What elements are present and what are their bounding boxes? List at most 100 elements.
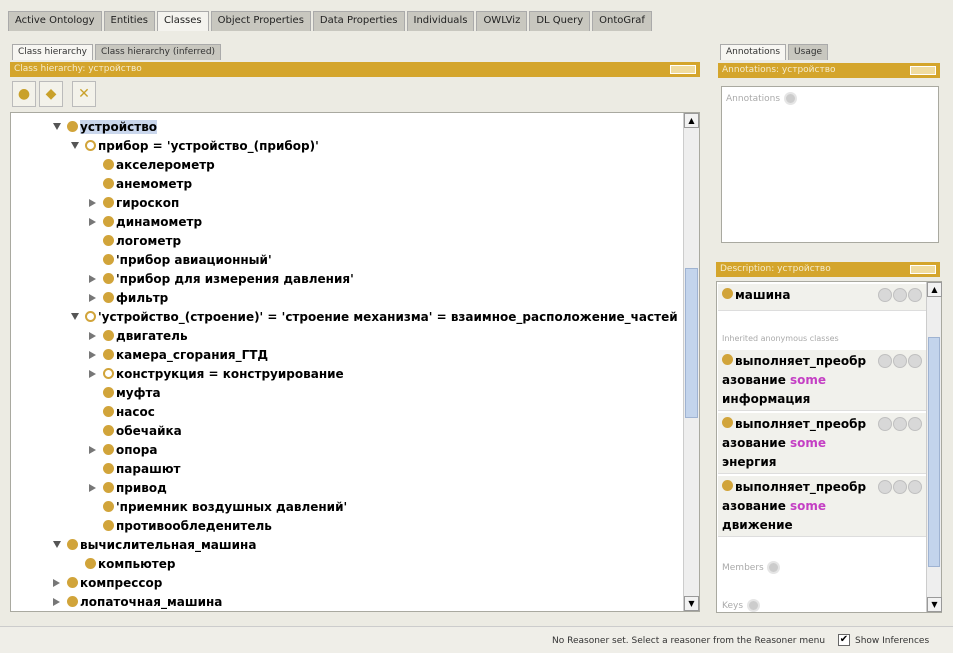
tree-node[interactable]: насос [103, 402, 155, 421]
tree-node[interactable]: привод [103, 478, 167, 497]
tree-node[interactable]: опора [103, 440, 157, 459]
collapsed-toggle-icon[interactable] [89, 370, 96, 378]
scroll-down-arrow[interactable]: ▼ [684, 596, 699, 611]
tree-node-label: 'приемник воздушных давлений' [116, 499, 348, 514]
edit-icon[interactable] [908, 288, 922, 302]
restriction-item[interactable]: выполняет_преобр азование some движение [718, 476, 926, 537]
info-icon[interactable] [878, 417, 892, 431]
tab-object-properties[interactable]: Object Properties [210, 11, 311, 31]
tree-node[interactable]: акселерометр [103, 155, 215, 174]
collapsed-toggle-icon[interactable] [89, 294, 96, 302]
collapsed-toggle-icon[interactable] [53, 579, 60, 587]
tab-class-hierarchy[interactable]: Class hierarchy [12, 44, 93, 60]
tree-scrollbar[interactable]: ▲ ▼ [683, 113, 699, 611]
collapsed-toggle-icon[interactable] [89, 351, 96, 359]
add-subclass-button[interactable]: ● [12, 81, 36, 107]
tree-node[interactable]: камера_сгорания_ГТД [103, 345, 268, 364]
tree-node[interactable]: парашют [103, 459, 180, 478]
tree-node[interactable]: логометр [103, 231, 181, 250]
view-buttons[interactable] [670, 65, 696, 74]
edit-icon[interactable] [908, 480, 922, 494]
expanded-toggle-icon[interactable] [71, 313, 79, 320]
delete-icon[interactable] [893, 480, 907, 494]
tab-usage[interactable]: Usage [788, 44, 829, 60]
tree-node[interactable]: вычислительная_машина [67, 535, 256, 554]
delete-class-button[interactable]: ✕ [72, 81, 96, 107]
collapsed-toggle-icon[interactable] [89, 218, 96, 226]
collapsed-toggle-icon[interactable] [89, 199, 96, 207]
add-sibling-button[interactable]: ◆ [39, 81, 63, 107]
tree-node[interactable]: компьютер [85, 554, 175, 573]
collapsed-toggle-icon[interactable] [89, 332, 96, 340]
tree-node-label: гироскоп [116, 195, 180, 210]
tree-node-label: 'устройство_(строение)' = 'строение меха… [98, 309, 678, 324]
tree-node[interactable]: компрессор [67, 573, 162, 592]
tree-node[interactable]: 'приемник воздушных давлений' [103, 497, 347, 516]
tree-node[interactable]: обечайка [103, 421, 182, 440]
info-icon[interactable] [878, 354, 892, 368]
tree-node[interactable]: анемометр [103, 174, 192, 193]
tab-active-ontology[interactable]: Active Ontology [8, 11, 102, 31]
tab-dl-query[interactable]: DL Query [529, 11, 591, 31]
info-icon[interactable] [878, 480, 892, 494]
scroll-thumb[interactable] [928, 337, 940, 567]
tree-node[interactable]: лопаточная_машина [67, 592, 222, 611]
edit-icon[interactable] [908, 354, 922, 368]
tree-node-label: динамометр [116, 214, 203, 229]
tab-owlviz[interactable]: OWLViz [476, 11, 528, 31]
delete-icon[interactable] [893, 288, 907, 302]
restriction-item[interactable]: выполняет_преобр азование some энергия [718, 413, 926, 474]
add-member-icon[interactable] [767, 560, 781, 574]
tab-annotations[interactable]: Annotations [720, 44, 787, 60]
show-inferences-checkbox[interactable]: ✔ [838, 634, 850, 646]
tree-node-label: насос [116, 404, 155, 419]
view-buttons[interactable] [910, 66, 936, 75]
tree-node[interactable]: динамометр [103, 212, 202, 231]
class-icon [67, 596, 78, 607]
restriction-item[interactable]: выполняет_преобр азование some информация [718, 350, 926, 411]
tree-node[interactable]: прибор = 'устройство_(прибор)' [85, 136, 319, 155]
tab-entities[interactable]: Entities [103, 11, 155, 31]
delete-icon[interactable] [893, 417, 907, 431]
tree-node[interactable]: устройство [67, 117, 158, 136]
expanded-toggle-icon[interactable] [53, 123, 61, 130]
scroll-down-arrow[interactable]: ▼ [927, 597, 942, 612]
tree-node[interactable]: фильтр [103, 288, 168, 307]
info-icon[interactable] [878, 288, 892, 302]
add-key-icon[interactable] [746, 598, 760, 612]
tree-node[interactable]: муфта [103, 383, 161, 402]
annotations-header: Annotations: устройство [718, 63, 940, 78]
scroll-up-arrow[interactable]: ▲ [684, 113, 699, 128]
scroll-up-arrow[interactable]: ▲ [927, 282, 942, 297]
description-scrollbar[interactable]: ▲ ▼ [926, 282, 942, 612]
class-icon [103, 406, 114, 417]
tab-individuals[interactable]: Individuals [406, 11, 475, 31]
expanded-toggle-icon[interactable] [71, 142, 79, 149]
collapsed-toggle-icon[interactable] [89, 275, 96, 283]
tab-classes[interactable]: Classes [156, 11, 209, 31]
delete-icon[interactable] [893, 354, 907, 368]
collapsed-toggle-icon[interactable] [89, 484, 96, 492]
edit-icon[interactable] [908, 417, 922, 431]
view-buttons[interactable] [910, 265, 936, 274]
superclass-item[interactable]: машина [718, 284, 926, 311]
scroll-thumb[interactable] [685, 268, 698, 418]
class-icon [103, 349, 114, 360]
restriction-text: азование [722, 373, 786, 387]
tree-node[interactable]: 'устройство_(строение)' = 'строение меха… [85, 307, 678, 326]
expanded-toggle-icon[interactable] [53, 541, 61, 548]
tree-node-label: привод [116, 480, 167, 495]
tree-node[interactable]: гироскоп [103, 193, 179, 212]
tree-node[interactable]: 'прибор авиационный' [103, 250, 272, 269]
tab-data-properties[interactable]: Data Properties [312, 11, 405, 31]
collapsed-toggle-icon[interactable] [89, 446, 96, 454]
annotations-box: Annotations [721, 86, 939, 243]
tree-node[interactable]: конструкция = конструирование [103, 364, 344, 383]
tree-node[interactable]: 'прибор для измерения давления' [103, 269, 354, 288]
add-annotation-icon[interactable] [783, 91, 797, 105]
tree-node[interactable]: противообледенитель [103, 516, 272, 535]
tree-node[interactable]: двигатель [103, 326, 188, 345]
tab-ontograf[interactable]: OntoGraf [592, 11, 652, 31]
tab-class-hierarchy-inferred[interactable]: Class hierarchy (inferred) [94, 44, 222, 60]
collapsed-toggle-icon[interactable] [53, 598, 60, 606]
